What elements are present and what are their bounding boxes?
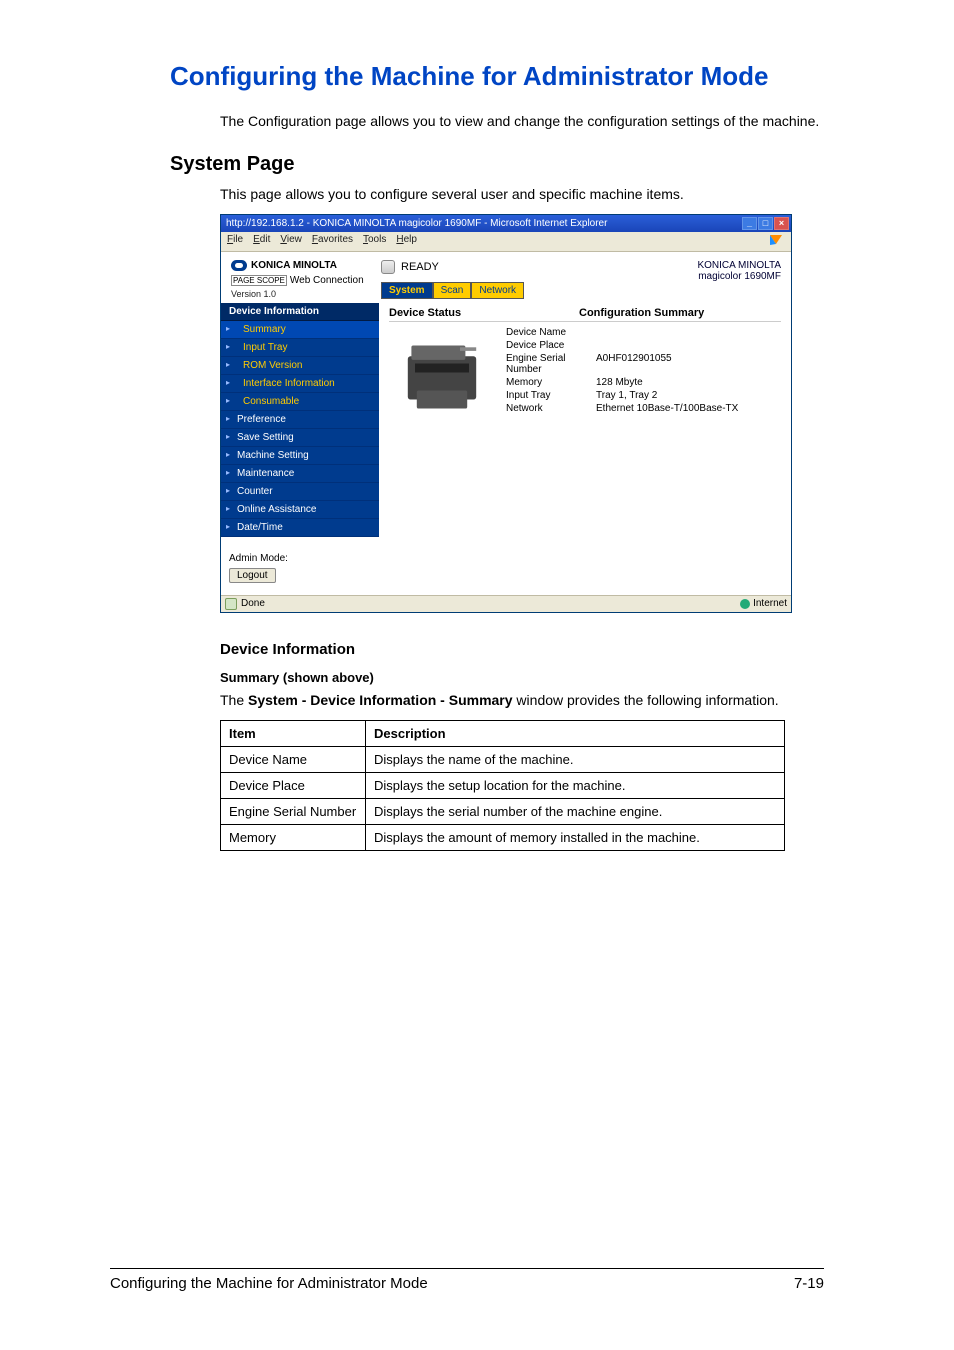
sidebar-item-online-assistance[interactable]: Online Assistance: [221, 501, 379, 519]
minimize-button[interactable]: _: [742, 217, 757, 230]
summary-para-post: window provides the following informatio…: [513, 692, 779, 708]
th-description: Description: [366, 721, 785, 747]
brand-line2: magicolor 1690MF: [651, 271, 781, 282]
sidebar-item-save-setting[interactable]: Save Setting: [221, 429, 379, 447]
km-logo-icon: [231, 260, 247, 271]
km-logo: KONICA MINOLTA: [231, 260, 381, 271]
sidebar-item-rom-version[interactable]: ROM Version: [221, 357, 379, 375]
brand-line1: KONICA MINOLTA: [651, 260, 781, 271]
tab-network[interactable]: Network: [471, 282, 524, 299]
table-row: Engine Serial Number Displays the serial…: [221, 799, 785, 825]
system-page-heading: System Page: [170, 153, 824, 176]
table-row: NetworkEthernet 10Base-T/100Base-TX: [506, 402, 738, 415]
web-connection-text: Web Connection: [290, 275, 364, 286]
th-item: Item: [221, 721, 366, 747]
main-pane: Device Status Configuration Summary: [379, 303, 791, 595]
embedded-screenshot: http://192.168.1.2 - KONICA MINOLTA magi…: [220, 214, 824, 613]
table-row: Memory128 Mbyte: [506, 376, 738, 389]
menu-favorites[interactable]: Favorites: [312, 234, 353, 249]
summary-para-bold: System - Device Information - Summary: [248, 692, 513, 708]
table-row: Device Place: [506, 339, 738, 352]
ready-text: READY: [401, 261, 439, 273]
sidebar-item-input-tray[interactable]: Input Tray: [221, 339, 379, 357]
device-information-heading: Device Information: [220, 641, 824, 658]
printer-status-icon: [381, 260, 395, 274]
logout-button[interactable]: Logout: [229, 568, 276, 583]
sidebar-item-preference[interactable]: Preference: [221, 411, 379, 429]
footer-title: Configuring the Machine for Administrato…: [110, 1275, 428, 1292]
statusbar-internet: Internet: [753, 598, 787, 609]
status-ready: READY: [381, 260, 651, 274]
menubar: File Edit View Favorites Tools Help: [221, 232, 791, 252]
intro-text: The Configuration page allows you to vie…: [220, 111, 824, 131]
menu-tools[interactable]: Tools: [363, 234, 386, 249]
menu-view[interactable]: View: [280, 234, 302, 249]
summary-shown-above: Summary (shown above): [220, 670, 824, 685]
km-logo-text: KONICA MINOLTA: [251, 260, 337, 271]
browser-window: http://192.168.1.2 - KONICA MINOLTA magi…: [220, 214, 792, 613]
statusbar-done: Done: [241, 598, 740, 609]
device-status-title: Device Status: [389, 307, 539, 319]
sidebar-item-interface-info[interactable]: Interface Information: [221, 375, 379, 393]
system-page-intro: This page allows you to configure severa…: [220, 186, 824, 202]
page-footer: Configuring the Machine for Administrato…: [110, 1268, 824, 1292]
table-row: Engine Serial NumberA0HF012901055: [506, 352, 738, 376]
sidebar: Device Information Summary Input Tray RO…: [221, 303, 379, 595]
footer-page-number: 7-19: [794, 1275, 824, 1292]
summary-para: The System - Device Information - Summar…: [220, 691, 824, 711]
sidebar-item-counter[interactable]: Counter: [221, 483, 379, 501]
sidebar-item-summary[interactable]: Summary: [221, 321, 379, 339]
maximize-button[interactable]: □: [758, 217, 773, 230]
titlebar: http://192.168.1.2 - KONICA MINOLTA magi…: [221, 215, 791, 232]
config-summary-table: Device Name Device Place Engine Serial N…: [506, 326, 738, 425]
menu-help[interactable]: Help: [396, 234, 417, 249]
ie-flag-icon: [769, 234, 785, 249]
pagescope-icon: PAGE SCOPE: [231, 275, 287, 286]
menu-file[interactable]: File: [227, 234, 243, 249]
tab-system[interactable]: System: [381, 282, 433, 299]
table-row: Input TrayTray 1, Tray 2: [506, 389, 738, 402]
configuration-summary-title: Configuration Summary: [579, 307, 704, 319]
table-row: Device Name Displays the name of the mac…: [221, 747, 785, 773]
page-heading: Configuring the Machine for Administrato…: [170, 60, 824, 93]
statusbar: Done Internet: [221, 595, 791, 612]
version-label: Version 1.0: [231, 289, 381, 299]
summary-table: Item Description Device Name Displays th…: [220, 720, 785, 851]
table-row: Memory Displays the amount of memory ins…: [221, 825, 785, 851]
done-icon: [225, 598, 237, 610]
admin-mode-label: Admin Mode:: [229, 553, 371, 564]
sidebar-item-machine-setting[interactable]: Machine Setting: [221, 447, 379, 465]
internet-zone-icon: [740, 599, 750, 609]
printer-image: [389, 330, 494, 425]
sidebar-header-device-info[interactable]: Device Information: [221, 303, 379, 321]
sidebar-item-date-time[interactable]: Date/Time: [221, 519, 379, 537]
sidebar-item-consumable[interactable]: Consumable: [221, 393, 379, 411]
summary-para-pre: The: [220, 692, 248, 708]
web-connection-label: PAGE SCOPE Web Connection: [231, 275, 381, 286]
close-button[interactable]: ×: [774, 217, 789, 230]
tab-scan[interactable]: Scan: [433, 282, 472, 299]
table-row: Device Name: [506, 326, 738, 339]
window-title: http://192.168.1.2 - KONICA MINOLTA magi…: [223, 218, 741, 229]
menu-edit[interactable]: Edit: [253, 234, 270, 249]
table-row: Device Place Displays the setup location…: [221, 773, 785, 799]
sidebar-item-maintenance[interactable]: Maintenance: [221, 465, 379, 483]
